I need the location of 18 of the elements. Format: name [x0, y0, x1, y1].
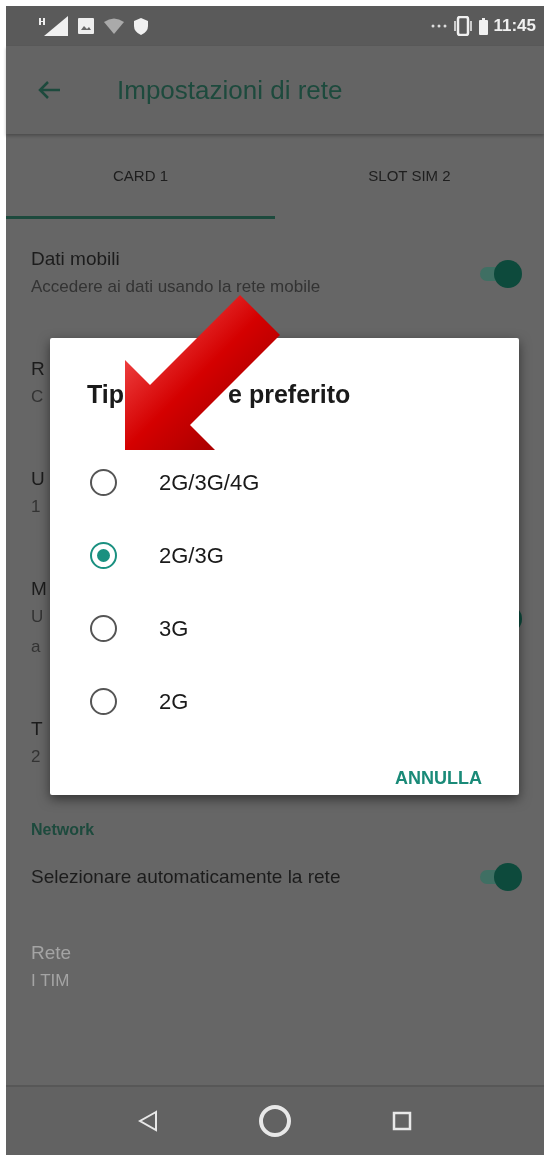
setting-summary: I TIM	[31, 970, 71, 992]
setting-title: Dati mobili	[31, 247, 121, 271]
setting-title: U	[31, 467, 45, 491]
dialog-title: Tip	[87, 379, 125, 409]
cancel-button[interactable]: ANNULLA	[395, 760, 482, 797]
setting-title: R	[31, 357, 45, 381]
screen-title: Impostazioni di rete	[117, 74, 343, 106]
option-label[interactable]: 2G/3G/4G	[159, 469, 260, 496]
setting-title: Selezionare automaticamente la rete	[31, 865, 341, 889]
option-label[interactable]: 3G	[159, 615, 189, 642]
section-header: Network	[31, 820, 96, 840]
clock-time: 11:45	[493, 16, 536, 36]
dialog-title: e preferito	[228, 379, 351, 409]
option-label[interactable]: 2G/3G	[159, 542, 224, 569]
setting-title: Rete	[31, 941, 72, 965]
setting-title: T	[31, 717, 43, 741]
option-label[interactable]: 2G	[159, 688, 189, 715]
setting-title: M	[31, 577, 47, 601]
